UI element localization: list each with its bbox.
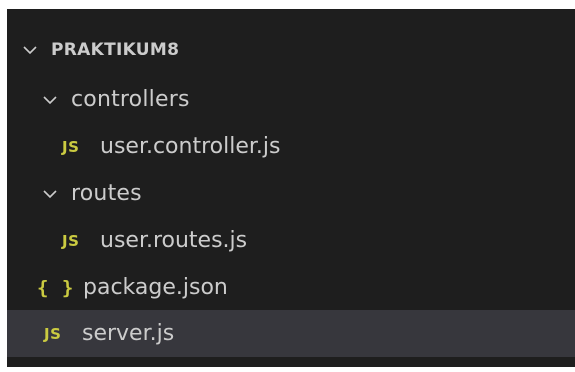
root-folder-label: PRAKTIKUM8 bbox=[51, 39, 180, 60]
chevron-down-icon[interactable] bbox=[21, 41, 39, 59]
file-explorer: PRAKTIKUM8 controllers JS user.controlle… bbox=[7, 9, 575, 367]
file-label: user.routes.js bbox=[100, 228, 248, 253]
js-file-icon: JS bbox=[62, 137, 80, 156]
chevron-down-icon[interactable] bbox=[41, 91, 59, 109]
folder-label: controllers bbox=[71, 87, 190, 112]
file-label: server.js bbox=[82, 321, 175, 346]
json-file-icon: { } bbox=[37, 276, 75, 299]
js-file-icon: JS bbox=[62, 231, 80, 250]
explorer-root-folder[interactable]: PRAKTIKUM8 bbox=[7, 26, 575, 73]
file-label: user.controller.js bbox=[100, 134, 281, 159]
file-server-js[interactable]: JS server.js bbox=[7, 310, 575, 357]
folder-label: routes bbox=[71, 181, 142, 206]
folder-controllers[interactable]: controllers bbox=[7, 76, 575, 123]
js-file-icon: JS bbox=[44, 324, 62, 343]
folder-routes[interactable]: routes bbox=[7, 170, 575, 217]
file-user-routes-js[interactable]: JS user.routes.js bbox=[7, 217, 575, 264]
file-package-json[interactable]: { } package.json bbox=[7, 264, 575, 311]
chevron-down-icon[interactable] bbox=[41, 185, 59, 203]
file-user-controller-js[interactable]: JS user.controller.js bbox=[7, 123, 575, 170]
file-label: package.json bbox=[83, 275, 228, 300]
